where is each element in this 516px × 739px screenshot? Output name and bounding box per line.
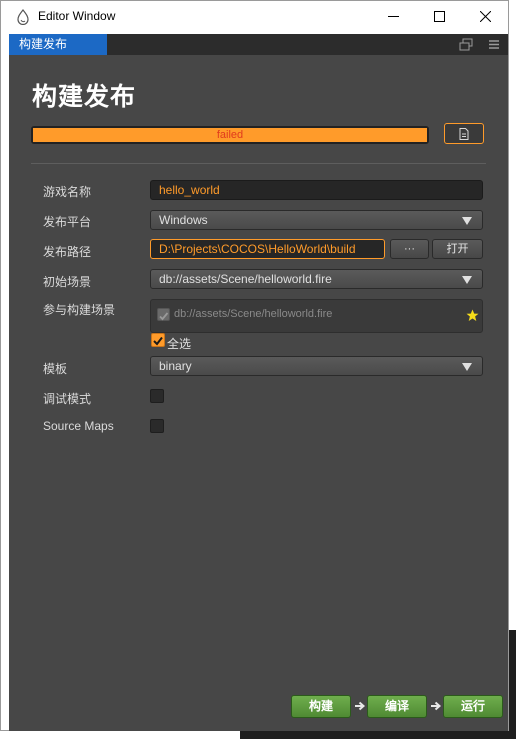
platform-select[interactable]: Windows [150, 210, 483, 230]
build-path-label: 发布路径 [43, 245, 92, 259]
document-icon [459, 127, 469, 140]
check-icon [153, 336, 163, 346]
template-select[interactable]: binary [150, 356, 483, 376]
popout-icon[interactable] [459, 38, 473, 51]
start-scene-label: 初始场景 [43, 275, 92, 289]
build-scenes-list: db://assets/Scene/helloworld.fire [150, 299, 483, 333]
maximize-icon [433, 11, 445, 22]
window-title: Editor Window [38, 9, 116, 23]
minimize-icon [387, 16, 399, 17]
close-icon [479, 11, 491, 22]
build-progress-bar: failed [31, 126, 429, 144]
game-name-label: 游戏名称 [43, 185, 92, 199]
star-icon [466, 309, 479, 321]
progress-status: failed [216, 129, 244, 141]
arrow-right-icon [355, 701, 366, 711]
divider [31, 163, 486, 164]
scene-checkbox[interactable] [157, 308, 170, 321]
select-all-label: 全选 [167, 337, 192, 351]
editor-window: Editor Window 构建发布 构建发布 failed 游戏名称 hell… [0, 0, 509, 731]
open-log-button[interactable] [444, 123, 484, 144]
build-scenes-label: 参与构建场景 [43, 303, 116, 317]
source-maps-label: Source Maps [43, 419, 114, 433]
menu-icon[interactable] [487, 38, 501, 51]
minimize-button[interactable] [370, 1, 416, 32]
chevron-down-icon [462, 217, 472, 225]
arrow-right-icon [431, 701, 442, 711]
platform-label: 发布平台 [43, 215, 92, 229]
check-icon [159, 312, 169, 321]
select-all-checkbox[interactable] [151, 333, 165, 347]
run-button[interactable]: 运行 [443, 695, 503, 718]
template-value: binary [159, 359, 192, 373]
chevron-down-icon [462, 276, 472, 284]
tab-build[interactable]: 构建发布 [9, 34, 107, 55]
page-title: 构建发布 [32, 82, 137, 111]
platform-value: Windows [159, 213, 208, 227]
game-name-input[interactable]: hello_world [150, 180, 483, 200]
close-button[interactable] [462, 1, 508, 32]
start-scene-select[interactable]: db://assets/Scene/helloworld.fire [150, 269, 483, 289]
build-panel: 构建发布 failed 游戏名称 hello_world 发布平台 Window… [9, 55, 508, 731]
scene-item: db://assets/Scene/helloworld.fire [174, 308, 333, 320]
app-icon [17, 9, 29, 25]
chevron-down-icon [462, 363, 472, 371]
browse-button[interactable]: ··· [390, 239, 429, 259]
title-bar[interactable]: Editor Window [1, 1, 508, 32]
start-scene-value: db://assets/Scene/helloworld.fire [159, 272, 332, 286]
source-maps-checkbox[interactable] [150, 419, 164, 433]
build-button[interactable]: 构建 [291, 695, 351, 718]
debug-mode-label: 调试模式 [43, 392, 92, 406]
panel-tab-bar: 构建发布 [9, 34, 508, 55]
debug-mode-checkbox[interactable] [150, 389, 164, 403]
template-label: 模板 [43, 362, 68, 376]
maximize-button[interactable] [416, 1, 462, 32]
build-path-input[interactable]: D:\Projects\COCOS\HelloWorld\build [150, 239, 385, 259]
open-folder-button[interactable]: 打开 [432, 239, 483, 259]
compile-button[interactable]: 编译 [367, 695, 427, 718]
